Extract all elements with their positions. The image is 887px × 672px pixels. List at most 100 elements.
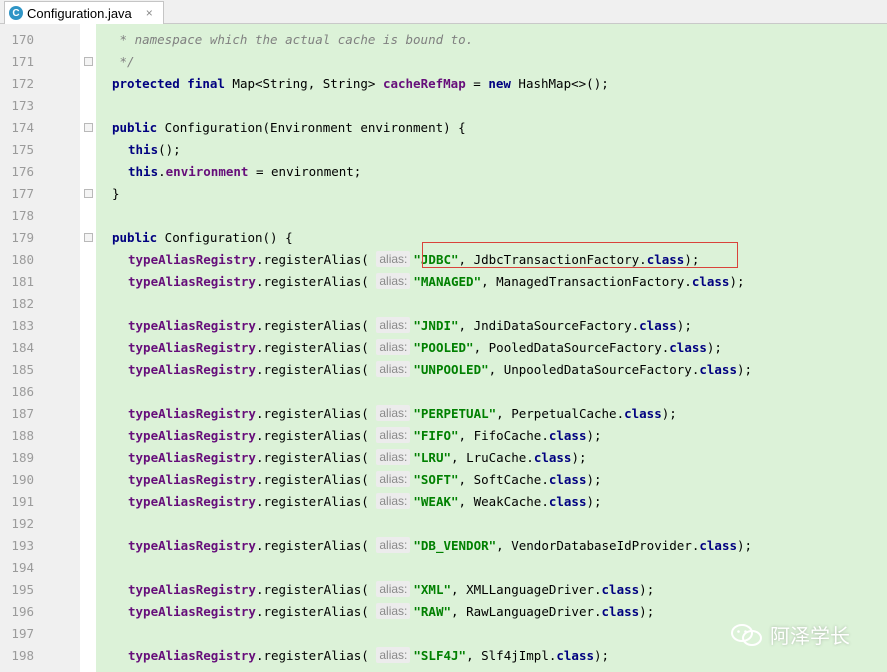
parameter-hint: alias:: [376, 273, 411, 289]
line-number: 191: [11, 494, 34, 509]
parameter-hint: alias:: [376, 339, 411, 355]
watermark: 阿泽学长: [730, 620, 850, 649]
code-text: typeAliasRegistry.registerAlias( alias: "…: [128, 647, 610, 663]
code-text: */: [112, 54, 135, 69]
line-number: 180: [11, 252, 34, 267]
line-number: 195: [11, 582, 34, 597]
parameter-hint: alias:: [376, 603, 411, 619]
line-number: 188: [11, 428, 34, 443]
highlight-box: [422, 242, 738, 268]
code-line[interactable]: 182: [0, 293, 887, 315]
line-number: 189: [11, 450, 34, 465]
code-line[interactable]: 183 typeAliasRegistry.registerAlias( alia…: [0, 315, 887, 337]
line-number: 178: [11, 208, 34, 223]
parameter-hint: alias:: [376, 493, 411, 509]
line-number: 194: [11, 560, 34, 575]
line-number: 192: [11, 516, 34, 531]
fold-marker-icon[interactable]: [84, 123, 93, 132]
code-editor[interactable]: 170 * namespace which the actual cache i…: [0, 24, 887, 672]
line-number: 177: [11, 186, 34, 201]
code-line[interactable]: 184 typeAliasRegistry.registerAlias( alia…: [0, 337, 887, 359]
watermark-text: 阿泽学长: [770, 624, 850, 648]
code-line[interactable]: 193 typeAliasRegistry.registerAlias( alia…: [0, 535, 887, 557]
code-text: typeAliasRegistry.registerAlias( alias: "…: [128, 339, 722, 355]
java-class-icon: C: [9, 6, 23, 20]
code-text: public Configuration(Environment environ…: [112, 120, 466, 135]
code-text: typeAliasRegistry.registerAlias( alias: "…: [128, 405, 677, 421]
parameter-hint: alias:: [376, 581, 411, 597]
code-text: typeAliasRegistry.registerAlias( alias: "…: [128, 273, 745, 289]
tab-configuration-java[interactable]: C Configuration.java ×: [4, 1, 164, 24]
parameter-hint: alias:: [376, 537, 411, 553]
code-line[interactable]: 176 this.environment = environment;: [0, 161, 887, 183]
parameter-hint: alias:: [376, 251, 411, 267]
wechat-icon: [731, 623, 762, 646]
code-line[interactable]: 185 typeAliasRegistry.registerAlias( alia…: [0, 359, 887, 381]
code-line[interactable]: 170 * namespace which the actual cache i…: [0, 29, 887, 51]
line-number: 179: [11, 230, 34, 245]
line-number: 172: [11, 76, 34, 91]
code-line[interactable]: 187 typeAliasRegistry.registerAlias( alia…: [0, 403, 887, 425]
parameter-hint: alias:: [376, 317, 411, 333]
code-line[interactable]: 173: [0, 95, 887, 117]
code-line[interactable]: 194: [0, 557, 887, 579]
code-line[interactable]: 190 typeAliasRegistry.registerAlias( alia…: [0, 469, 887, 491]
fold-marker-icon[interactable]: [84, 189, 93, 198]
parameter-hint: alias:: [376, 647, 411, 663]
parameter-hint: alias:: [376, 449, 411, 465]
code-text: }: [112, 186, 120, 201]
code-line[interactable]: 191 typeAliasRegistry.registerAlias( alia…: [0, 491, 887, 513]
line-number: 196: [11, 604, 34, 619]
fold-marker-icon[interactable]: [84, 57, 93, 66]
code-line[interactable]: 175 this();: [0, 139, 887, 161]
code-line[interactable]: 188 typeAliasRegistry.registerAlias( alia…: [0, 425, 887, 447]
code-text: typeAliasRegistry.registerAlias( alias: "…: [128, 361, 753, 377]
code-text: * namespace which the actual cache is bo…: [112, 32, 474, 47]
code-text: typeAliasRegistry.registerAlias( alias: "…: [128, 317, 692, 333]
line-number: 198: [11, 648, 34, 663]
line-number: 181: [11, 274, 34, 289]
code-text: public Configuration() {: [112, 230, 293, 245]
line-number: 190: [11, 472, 34, 487]
code-text: this();: [128, 142, 181, 157]
parameter-hint: alias:: [376, 427, 411, 443]
editor-tab-bar: C Configuration.java ×: [0, 0, 887, 24]
line-number: 184: [11, 340, 34, 355]
code-line[interactable]: 186: [0, 381, 887, 403]
code-text: typeAliasRegistry.registerAlias( alias: "…: [128, 471, 602, 487]
code-line[interactable]: 178: [0, 205, 887, 227]
code-text: typeAliasRegistry.registerAlias( alias: "…: [128, 493, 602, 509]
code-line[interactable]: 192: [0, 513, 887, 535]
code-text: typeAliasRegistry.registerAlias( alias: "…: [128, 537, 753, 553]
code-line[interactable]: 172 protected final Map<String, String> c…: [0, 73, 887, 95]
code-text: protected final Map<String, String> cach…: [112, 76, 609, 91]
code-line[interactable]: 181 typeAliasRegistry.registerAlias( alia…: [0, 271, 887, 293]
line-number: 176: [11, 164, 34, 179]
parameter-hint: alias:: [376, 471, 411, 487]
parameter-hint: alias:: [376, 405, 411, 421]
tab-title: Configuration.java: [27, 5, 132, 21]
code-line[interactable]: 195 typeAliasRegistry.registerAlias( alia…: [0, 579, 887, 601]
line-number: 186: [11, 384, 34, 399]
line-number: 193: [11, 538, 34, 553]
code-line[interactable]: 171 */: [0, 51, 887, 73]
close-tab-icon[interactable]: ×: [146, 6, 153, 20]
line-number: 197: [11, 626, 34, 641]
code-text: typeAliasRegistry.registerAlias( alias: "…: [128, 449, 587, 465]
code-text: this.environment = environment;: [128, 164, 362, 179]
line-number: 171: [11, 54, 34, 69]
line-number: 175: [11, 142, 34, 157]
code-line[interactable]: 177}: [0, 183, 887, 205]
line-number: 185: [11, 362, 34, 377]
code-text: typeAliasRegistry.registerAlias( alias: "…: [128, 603, 655, 619]
code-line[interactable]: 189 typeAliasRegistry.registerAlias( alia…: [0, 447, 887, 469]
fold-marker-icon[interactable]: [84, 233, 93, 242]
line-number: 187: [11, 406, 34, 421]
line-number: 173: [11, 98, 34, 113]
code-text: typeAliasRegistry.registerAlias( alias: "…: [128, 427, 602, 443]
code-text: typeAliasRegistry.registerAlias( alias: "…: [128, 581, 655, 597]
line-number: 183: [11, 318, 34, 333]
parameter-hint: alias:: [376, 361, 411, 377]
code-line[interactable]: 174 public Configuration(Environment envi…: [0, 117, 887, 139]
line-number: 182: [11, 296, 34, 311]
